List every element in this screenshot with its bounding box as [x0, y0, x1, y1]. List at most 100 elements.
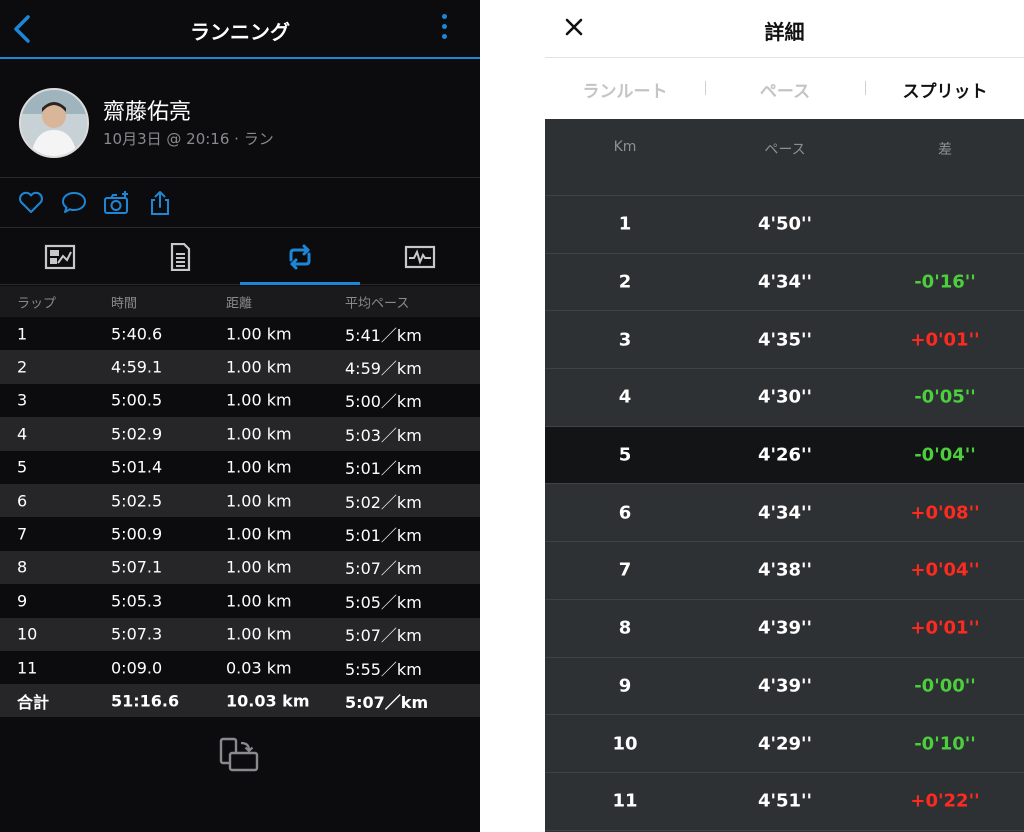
- rotate-device-icon[interactable]: [219, 737, 261, 773]
- heart-icon[interactable]: [17, 190, 45, 216]
- lap-time: 5:07.3: [111, 624, 163, 644]
- lap-distance: 1.00 km: [226, 491, 292, 511]
- split-diff: +0'01'': [910, 617, 980, 639]
- lap-number: 9: [17, 591, 28, 611]
- split-pace: 4'34'': [757, 502, 813, 524]
- lap-total-row: 合計 51:16.6 10.03 km 5:07／km: [0, 684, 480, 718]
- lap-table: ラップ 時間 距離 平均ペース 1 5:40.6 1.00 km 5:41／km 2 4…: [0, 286, 480, 718]
- more-vertical-icon[interactable]: [436, 14, 452, 44]
- lap-pace: 5:41／km: [345, 325, 422, 345]
- lap-distance: 1.00 km: [226, 624, 292, 644]
- split-pace: 4'51'': [757, 790, 813, 812]
- lap-time: 5:40.6: [111, 324, 163, 344]
- avatar[interactable]: [19, 88, 89, 158]
- split-km: 2: [618, 271, 632, 293]
- split-diff: -0'10'': [914, 733, 976, 755]
- page-title: ランニング: [190, 20, 290, 44]
- header-distance: 距離: [226, 296, 253, 311]
- lap-number: 11: [17, 658, 38, 678]
- split-km: 6: [618, 502, 632, 524]
- split-diff: +0'08'': [910, 502, 980, 524]
- lap-time: 5:05.3: [111, 591, 163, 611]
- lap-distance: 0.03 km: [226, 658, 292, 678]
- table-row: 1 4'50'': [545, 196, 1024, 254]
- lap-distance: 1.00 km: [226, 324, 292, 344]
- lap-rows: 1 5:40.6 1.00 km 5:41／km 2 4:59.1 1.00 km 4:59…: [0, 317, 480, 685]
- total-pace: 5:07／km: [345, 692, 429, 712]
- lap-pace: 5:02／km: [345, 492, 422, 512]
- activity-laps-screen: ランニング 齋藤佑亮 10月3日 @ 20:16 · ラン ラップ 時間 距離 …: [0, 0, 480, 832]
- splits-table-header: Km ペース 差: [545, 119, 1024, 196]
- split-km: 11: [612, 790, 638, 812]
- summary-chart-icon: [44, 244, 76, 270]
- lap-pace: 5:03／km: [345, 425, 422, 445]
- lap-pace: 5:01／km: [345, 526, 422, 546]
- table-row: 4 4'30'' -0'05'': [545, 369, 1024, 427]
- split-km: 9: [618, 675, 632, 697]
- table-row: 6 5:02.5 1.00 km 5:02／km: [0, 483, 480, 518]
- camera-add-icon[interactable]: [103, 190, 131, 216]
- split-km: 5: [618, 444, 632, 466]
- table-row: 10 4'29'' -0'10'': [545, 715, 1024, 773]
- split-km: 10: [612, 733, 638, 755]
- split-diff: -0'16'': [914, 271, 976, 293]
- split-diff: +0'22'': [910, 790, 980, 812]
- tab-graphs[interactable]: [360, 229, 480, 285]
- activity-date-type: 10月3日 @ 20:16 · ラン: [103, 130, 274, 148]
- activity-profile: 齋藤佑亮 10月3日 @ 20:16 · ラン: [0, 62, 480, 178]
- table-row: 5 5:01.4 1.00 km 5:01／km: [0, 450, 480, 484]
- split-km: 7: [618, 559, 632, 581]
- graph-icon: [404, 245, 436, 269]
- lap-pace: 5:55／km: [345, 659, 422, 679]
- lap-pace: 5:05／km: [345, 592, 422, 612]
- header-lap: ラップ: [17, 296, 57, 311]
- split-diff: -0'04'': [914, 444, 976, 466]
- lap-time: 5:02.5: [111, 491, 163, 511]
- lap-number: 1: [17, 324, 28, 344]
- details-title: 詳細: [764, 20, 805, 44]
- table-row: 9 4'39'' -0'00'': [545, 658, 1024, 716]
- table-row: 2 4'34'' -0'16'': [545, 254, 1024, 312]
- details-document-icon: [170, 243, 191, 271]
- split-diff: -0'00'': [914, 675, 976, 697]
- total-distance: 10.03 km: [226, 691, 310, 711]
- table-row: 10 5:07.3 1.00 km 5:07／km: [0, 617, 480, 651]
- table-row: 3 5:00.5 1.00 km 5:00／km: [0, 383, 480, 418]
- split-pace: 4'26'': [757, 444, 813, 466]
- tab-summary[interactable]: [0, 229, 120, 285]
- total-time: 51:16.6: [111, 691, 180, 711]
- split-diff: -0'05'': [914, 386, 976, 408]
- table-row: 2 4:59.1 1.00 km 4:59／km: [0, 350, 480, 384]
- split-km: 3: [618, 329, 632, 351]
- split-pace: 4'30'': [757, 386, 813, 408]
- user-name: 齋藤佑亮: [103, 100, 192, 125]
- lap-time: 5:01.4: [111, 457, 163, 477]
- lap-number: 2: [17, 357, 28, 377]
- lap-number: 3: [17, 390, 28, 410]
- table-row: 4 5:02.9 1.00 km 5:03／km: [0, 417, 480, 451]
- comment-icon[interactable]: [60, 190, 88, 216]
- lap-distance: 1.00 km: [226, 591, 292, 611]
- share-icon[interactable]: [146, 190, 174, 216]
- splits-table: Km ペース 差 1 4'50'' 2 4'34'' -0'16'' 3 4'35'' +…: [545, 119, 1024, 832]
- lap-time: 5:00.9: [111, 524, 163, 544]
- header-km: Km: [613, 139, 637, 155]
- lap-distance: 1.00 km: [226, 524, 292, 544]
- segment-control: ランルート ペース スプリット: [545, 59, 1024, 119]
- tab-laps[interactable]: [240, 229, 360, 285]
- lap-time: 0:09.0: [111, 658, 163, 678]
- lap-distance: 1.00 km: [226, 357, 292, 377]
- lap-distance: 1.00 km: [226, 457, 292, 477]
- table-row: 9 5:05.3 1.00 km 5:05／km: [0, 584, 480, 618]
- split-pace: 4'39'': [757, 675, 813, 697]
- table-row-highlighted: 5 4'26'' -0'04'': [545, 426, 1024, 485]
- lap-distance: 1.00 km: [226, 390, 292, 410]
- lap-number: 6: [17, 491, 28, 511]
- segment-pace[interactable]: ペース: [705, 77, 865, 102]
- segment-splits[interactable]: スプリット: [865, 77, 1024, 102]
- lap-pace: 5:07／km: [345, 559, 422, 579]
- segment-route[interactable]: ランルート: [545, 77, 705, 102]
- tab-details[interactable]: [120, 229, 240, 285]
- action-bar: [0, 178, 480, 228]
- header-avg-pace: 平均ペース: [345, 296, 410, 311]
